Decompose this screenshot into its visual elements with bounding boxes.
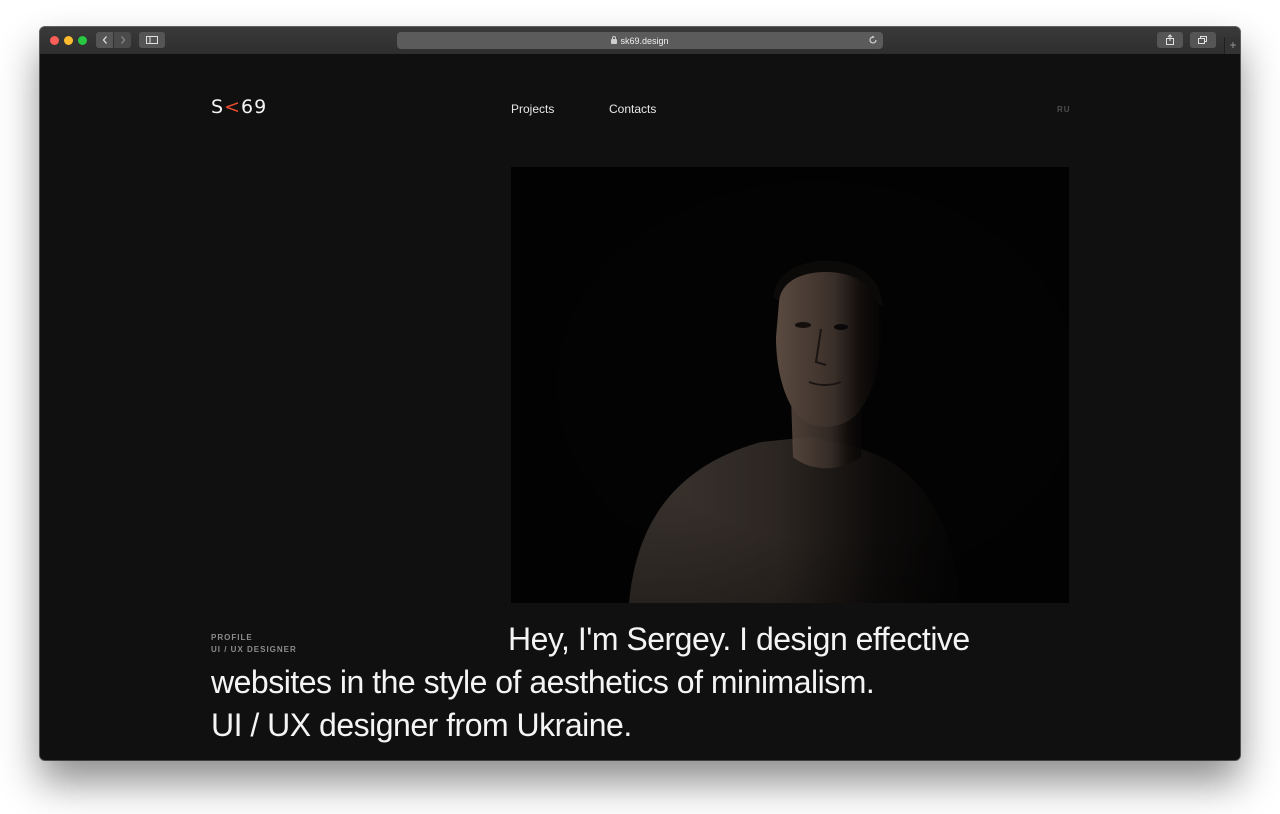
headline-line-1: Hey, I'm Sergey. I design effective [508, 621, 970, 657]
url-text: sk69.design [620, 35, 669, 46]
nav-link-projects[interactable]: Projects [511, 102, 554, 116]
address-bar[interactable]: sk69.design [397, 32, 883, 49]
show-tabs-button[interactable] [1190, 32, 1216, 48]
headline-line-3: UI / UX designer from Ukraine. [211, 707, 632, 743]
back-button[interactable] [96, 32, 113, 48]
close-window-button[interactable] [50, 36, 59, 45]
zoom-window-button[interactable] [78, 36, 87, 45]
headline-line-2: websites in the style of aesthetics of m… [211, 664, 875, 700]
hero-headline: Hey, I'm Sergey. I design effective webs… [211, 618, 1091, 747]
tabs-overview-icon [1198, 36, 1207, 44]
logo-number: 69 [240, 96, 268, 118]
share-icon [1166, 34, 1174, 45]
chevron-right-icon [120, 36, 125, 44]
browser-window: sk69.design + S<69 Projects Contacts RU … [40, 27, 1240, 760]
new-tab-button[interactable]: + [1224, 37, 1240, 54]
portrait-photo [511, 167, 1069, 603]
logo-letter: S [211, 96, 225, 118]
sidebar-icon [146, 36, 158, 44]
share-button[interactable] [1157, 32, 1183, 48]
chevron-left-icon [102, 36, 107, 44]
forward-button[interactable] [114, 32, 131, 48]
sidebar-toggle-button[interactable] [139, 32, 165, 48]
lock-icon [611, 36, 618, 44]
browser-toolbar: sk69.design + [40, 27, 1240, 55]
language-switch[interactable]: RU [1057, 105, 1071, 114]
reload-icon[interactable] [868, 35, 878, 45]
minimize-window-button[interactable] [64, 36, 73, 45]
site-logo[interactable]: S<69 [211, 96, 267, 118]
portrait-illustration [511, 167, 1069, 603]
logo-mark: < [224, 96, 241, 118]
web-page: S<69 Projects Contacts RU PROFILE UI / U… [40, 54, 1240, 760]
nav-link-contacts[interactable]: Contacts [609, 102, 656, 116]
